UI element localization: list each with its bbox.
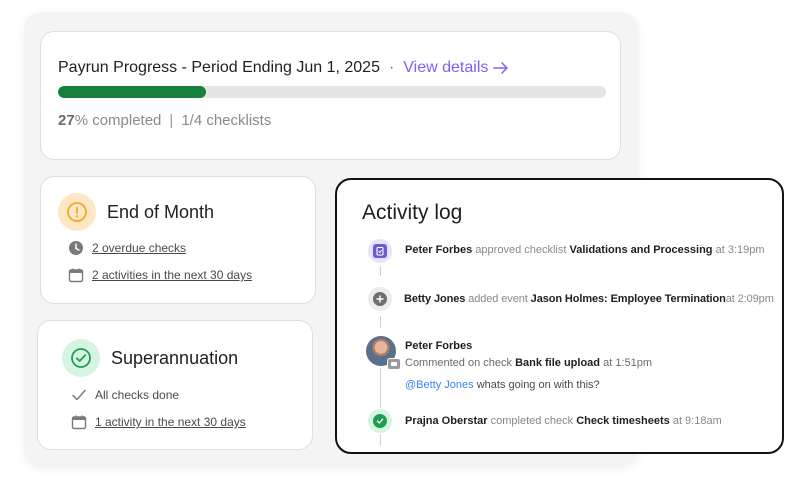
- payrun-title: Payrun Progress - Period Ending Jun 1, 2…: [58, 59, 380, 76]
- all-checks-done-row: All checks done: [71, 387, 179, 403]
- timeline-connector: [380, 316, 381, 328]
- activity-entry-user: Peter Forbes: [405, 340, 472, 352]
- entry-user[interactable]: Peter Forbes: [405, 340, 472, 352]
- title-separator: ·: [388, 59, 395, 76]
- progress-divider: |: [169, 112, 174, 129]
- entry-user[interactable]: Betty Jones: [404, 293, 465, 305]
- entry-target[interactable]: Validations and Processing: [569, 244, 712, 256]
- activity-entry: Betty Jones added event Jason Holmes: Em…: [404, 293, 774, 305]
- super-activities-link[interactable]: 1 activity in the next 30 days: [95, 415, 246, 429]
- checklists-count: 1/4 checklists: [181, 112, 272, 129]
- activity-entry: Prajna Oberstar completed check Check ti…: [405, 415, 722, 427]
- payrun-progress-card: Payrun Progress - Period Ending Jun 1, 2…: [40, 31, 621, 160]
- entry-time: at 2:09pm: [725, 293, 774, 305]
- entry-target[interactable]: Check timesheets: [576, 415, 670, 427]
- avatar[interactable]: [366, 336, 401, 370]
- superannuation-card[interactable]: Superannuation All checks done 1 activit…: [37, 320, 313, 450]
- payrun-title-row: Payrun Progress - Period Ending Jun 1, 2…: [58, 59, 509, 77]
- timeline-connector: [380, 266, 381, 276]
- calendar-icon: [71, 414, 87, 430]
- entry-time: at 9:18am: [672, 415, 722, 427]
- warning-badge: [58, 193, 96, 231]
- comment-text: @Betty Jones whats going on with this?: [405, 379, 600, 391]
- completed-badge: [368, 409, 392, 433]
- progress-percent: 27: [58, 112, 75, 129]
- timeline-connector: [380, 368, 381, 408]
- superannuation-header: Superannuation: [62, 339, 238, 377]
- entry-action: completed check: [490, 415, 574, 427]
- overdue-checks-link[interactable]: 2 overdue checks: [92, 241, 186, 255]
- eom-activities-row: 2 activities in the next 30 days: [68, 267, 252, 283]
- check-circle-icon: [373, 414, 387, 428]
- activity-entry: Peter Forbes approved checklist Validati…: [405, 244, 765, 256]
- view-details-label: View details: [403, 59, 489, 76]
- end-of-month-title: End of Month: [107, 201, 215, 222]
- check-circle-icon: [71, 348, 91, 368]
- entry-time: at 3:19pm: [715, 244, 765, 256]
- checklist-badge: [368, 239, 392, 263]
- entry-action: added event: [468, 293, 528, 305]
- super-activities-row: 1 activity in the next 30 days: [71, 414, 246, 430]
- superannuation-title: Superannuation: [111, 347, 239, 368]
- event-badge: [368, 287, 392, 311]
- progress-summary: 27% completed | 1/4 checklists: [58, 112, 271, 129]
- checklist-icon: [373, 244, 387, 258]
- entry-user[interactable]: Prajna Oberstar: [405, 415, 488, 427]
- checkmark-icon: [71, 387, 87, 403]
- warning-icon: [67, 202, 87, 222]
- success-badge: [62, 339, 100, 377]
- clock-icon: [68, 240, 84, 256]
- view-details-link[interactable]: View details: [403, 59, 509, 77]
- entry-target[interactable]: Bank file upload: [515, 357, 600, 369]
- entry-action: approved checklist: [475, 244, 567, 256]
- progress-bar-fill: [58, 86, 206, 98]
- all-checks-done-text: All checks done: [95, 388, 180, 402]
- comment-icon: [387, 358, 401, 370]
- end-of-month-header: End of Month: [58, 193, 214, 231]
- eom-activities-link[interactable]: 2 activities in the next 30 days: [92, 268, 252, 282]
- comment-body: whats going on with this?: [476, 379, 600, 391]
- entry-target[interactable]: Jason Holmes: Employee Termination: [531, 293, 726, 305]
- mention-link[interactable]: @Betty Jones: [405, 379, 474, 391]
- progress-bar: [58, 86, 606, 98]
- entry-time: at 1:51pm: [603, 357, 653, 369]
- end-of-month-card[interactable]: End of Month 2 overdue checks 2 activiti…: [40, 176, 316, 304]
- arrow-right-icon: [493, 62, 509, 74]
- overdue-checks-row: 2 overdue checks: [68, 240, 186, 256]
- activity-log-panel: Activity log Peter Forbes approved check…: [335, 178, 784, 454]
- activity-entry: Commented on check Bank file upload at 1…: [405, 357, 652, 369]
- activity-log-title: Activity log: [362, 201, 463, 224]
- progress-suffix: % completed: [74, 112, 162, 129]
- plus-icon: [373, 292, 387, 306]
- calendar-icon: [68, 267, 84, 283]
- entry-action: Commented on check: [405, 357, 512, 369]
- entry-user[interactable]: Peter Forbes: [405, 244, 472, 256]
- timeline-connector: [380, 434, 381, 446]
